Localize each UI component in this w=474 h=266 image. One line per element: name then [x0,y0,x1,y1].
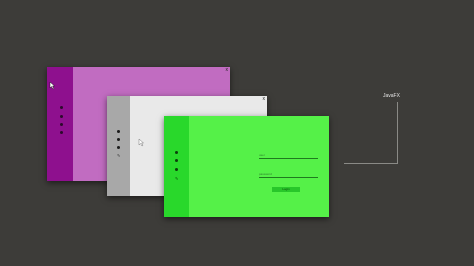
nav-item-4-icon[interactable] [60,131,63,134]
sidebar-rail: ✎ [164,116,189,217]
nav-item-1-icon[interactable] [60,106,63,109]
nav-item-3-icon[interactable] [175,168,178,171]
nav-item-2-icon[interactable] [175,159,178,162]
annotation-label: JavaFX [383,93,400,99]
sidebar-rail: ✎ [107,96,130,196]
pencil-icon[interactable]: ✎ [175,177,178,181]
content-area: Login [189,116,329,217]
password-field [259,171,318,178]
pencil-icon[interactable]: ✎ [117,154,120,158]
nav-item-3-icon[interactable] [117,146,120,149]
close-icon[interactable]: x [263,97,266,102]
mouse-cursor-icon [138,138,145,147]
connector-line-horizontal [344,163,398,164]
mouse-cursor-icon [49,81,56,90]
username-input[interactable] [259,152,318,159]
window-green-login: ✎ Login [164,116,329,217]
connector-line-vertical [397,102,398,164]
nav-item-1-icon[interactable] [175,151,178,154]
login-button[interactable]: Login [272,187,300,192]
close-icon[interactable]: x [226,68,229,73]
username-field [259,152,318,159]
nav-item-3-icon[interactable] [60,123,63,126]
nav-item-2-icon[interactable] [60,115,63,118]
password-input[interactable] [259,171,318,178]
nav-item-2-icon[interactable] [117,138,120,141]
nav-item-1-icon[interactable] [117,130,120,133]
